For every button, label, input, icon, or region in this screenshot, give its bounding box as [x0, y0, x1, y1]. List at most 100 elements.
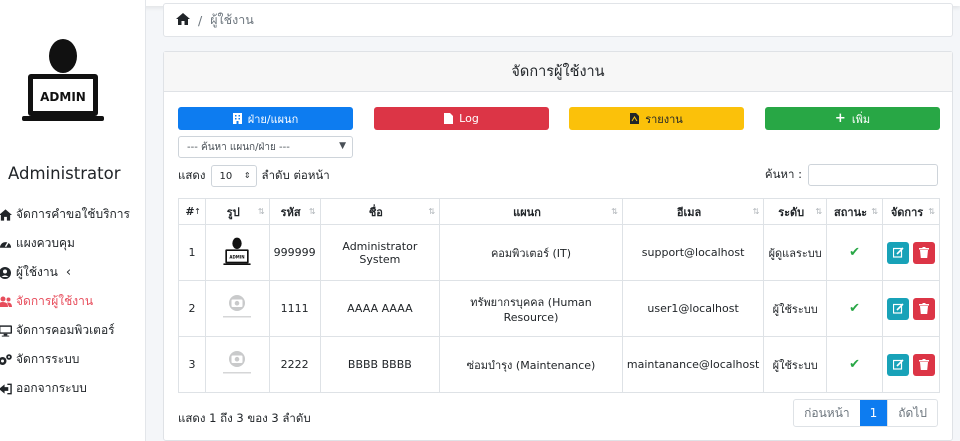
column-header-code[interactable]: รหัส ⇅ [268, 198, 321, 225]
page-length-value: 10 [219, 170, 233, 182]
cell-department: ซ่อมบำรุง (Maintenance) [439, 336, 623, 393]
column-header-actions[interactable]: จัดการ ⇅ [882, 198, 940, 225]
chevron-down-icon: ⇕ [243, 171, 251, 180]
edit-icon [892, 359, 904, 370]
pagination-next[interactable]: ถัดไป [887, 400, 937, 426]
department-button-label: ฝ่าย/แผนก [247, 112, 299, 126]
sidebar-item-label: ออกจากระบบ [16, 381, 87, 395]
users-icon [0, 296, 14, 307]
edit-button[interactable] [887, 353, 909, 376]
add-button-label: เพิ่ม [851, 112, 871, 126]
pagination-prev[interactable]: ก่อนหน้า [794, 400, 860, 426]
delete-button[interactable] [913, 241, 935, 264]
edit-button[interactable] [887, 297, 909, 320]
cell-email: maintanance@localhost [621, 336, 765, 393]
table-search: ค้นหา : [765, 164, 938, 186]
cell-no: 1 [178, 224, 206, 281]
user-circle-icon [0, 266, 14, 279]
log-button[interactable]: Log [374, 107, 549, 130]
column-header-department[interactable]: แผนก ⇅ [439, 198, 623, 225]
page-length-suffix: ลำดับ ต่อหน้า [261, 168, 330, 182]
users-card: จัดการผู้ใช้งาน ฝ่าย/แผนก Log รายงาน + เ… [163, 51, 953, 441]
cell-name: Administrator System [319, 224, 441, 281]
sidebar-item-manage-users[interactable]: จัดการผู้ใช้งาน [0, 287, 146, 316]
cell-department: คอมพิวเตอร์ (IT) [439, 224, 623, 281]
delete-button[interactable] [913, 297, 935, 320]
sidebar-item-system[interactable]: จัดการระบบ [0, 345, 146, 374]
sidebar-item-dashboard[interactable]: แผงควบคุม [0, 229, 146, 258]
edit-button[interactable] [887, 241, 909, 264]
sidebar-item-label: ผู้ใช้งาน [16, 265, 58, 279]
cogs-icon [0, 353, 14, 366]
cell-level: ผู้ดูแลระบบ [763, 224, 828, 281]
add-user-button[interactable]: + เพิ่ม [765, 107, 940, 130]
sidebar-nav: จัดการคำขอใช้บริการ แผงควบคุม ผู้ใช้งาน … [0, 200, 146, 403]
check-icon: ✔ [849, 301, 860, 316]
sidebar-item-logout[interactable]: ออกจากระบบ [0, 374, 146, 403]
admin-photo-icon: ADMIN [223, 237, 251, 265]
page-length-select[interactable]: 10 ⇕ [210, 165, 257, 187]
home-icon[interactable] [176, 12, 190, 28]
column-header-email[interactable]: อีเมล ⇅ [621, 198, 765, 225]
cell-photo: ADMIN [204, 224, 270, 281]
pagination-page-1[interactable]: 1 [859, 400, 888, 426]
dashboard-icon [0, 238, 14, 250]
department-button[interactable]: ฝ่าย/แผนก [178, 107, 353, 130]
trash-icon [919, 303, 929, 314]
cell-actions [882, 336, 940, 393]
building-icon [232, 113, 242, 124]
column-header-status[interactable]: สถานะ ⇅ [826, 198, 883, 225]
trash-icon [919, 359, 929, 370]
cell-email: user1@localhost [621, 280, 765, 337]
cell-photo [204, 280, 270, 337]
sidebar-item-label: จัดการคำขอใช้บริการ [16, 207, 130, 221]
cell-level: ผู้ใช้ระบบ [763, 336, 828, 393]
chevron-left-icon: ‹ [65, 265, 72, 280]
breadcrumb-current: ผู้ใช้งาน [210, 12, 254, 27]
department-filter-select[interactable]: --- ค้นหา แผนก/ฝ่าย --- ▼ [178, 136, 353, 158]
cell-actions [882, 224, 940, 281]
desktop-icon [0, 324, 14, 337]
report-button-label: รายงาน [645, 112, 683, 126]
page-length-control: แสดง 10 ⇕ ลำดับ ต่อหน้า [178, 165, 330, 187]
edit-icon [892, 303, 904, 314]
breadcrumb: / ผู้ใช้งาน [163, 3, 953, 37]
home-icon [0, 208, 14, 221]
sidebar-item-label: จัดการคอมพิวเตอร์ [16, 323, 115, 337]
admin-avatar-icon: ADMIN [22, 39, 104, 121]
no-image-icon [220, 292, 255, 322]
cell-no: 2 [178, 280, 206, 337]
log-button-label: Log [459, 112, 479, 125]
column-header-no[interactable]: # ↑ [178, 198, 206, 225]
card-title: จัดการผู้ใช้งาน [164, 52, 952, 92]
cell-status: ✔ [826, 280, 883, 337]
column-header-photo[interactable]: รูป ⇅ [204, 198, 270, 225]
cell-status: ✔ [826, 336, 883, 393]
sidebar-item-service-requests[interactable]: จัดการคำขอใช้บริการ [0, 200, 146, 229]
svg-text:ADMIN: ADMIN [230, 254, 245, 259]
pdf-file-icon [630, 113, 640, 124]
delete-button[interactable] [913, 353, 935, 376]
sidebar-item-computers[interactable]: จัดการคอมพิวเตอร์ [0, 316, 146, 345]
search-input[interactable] [808, 164, 938, 186]
cell-name: BBBB BBBB [319, 336, 441, 393]
user-name: Administrator [8, 164, 121, 183]
column-header-level[interactable]: ระดับ ⇅ [763, 198, 828, 225]
cell-department: ทรัพยากรบุคคล (Human Resource) [439, 280, 623, 337]
sidebar-item-users[interactable]: ผู้ใช้งาน ‹ [0, 258, 146, 287]
file-icon [444, 113, 454, 124]
cell-code: 999999 [268, 224, 321, 281]
cell-name: AAAA AAAA [319, 280, 441, 337]
edit-icon [892, 247, 904, 258]
table-row: 3 2222 BBBB BBBB ซ่อมบำรุง (Maintenance) mai… [178, 336, 940, 393]
no-image-icon [220, 348, 255, 378]
cell-photo [204, 336, 270, 393]
column-header-name[interactable]: ชื่อ ⇅ [319, 198, 441, 225]
search-label: ค้นหา : [764, 167, 802, 181]
cell-code: 2222 [268, 336, 321, 393]
report-button[interactable]: รายงาน [569, 107, 744, 130]
cell-no: 3 [178, 336, 206, 393]
sidebar: ADMIN Administrator จัดการคำขอใช้บริการ … [0, 0, 146, 441]
cell-code: 1111 [268, 280, 321, 337]
action-buttons: ฝ่าย/แผนก Log รายงาน + เพิ่ม [178, 107, 940, 130]
